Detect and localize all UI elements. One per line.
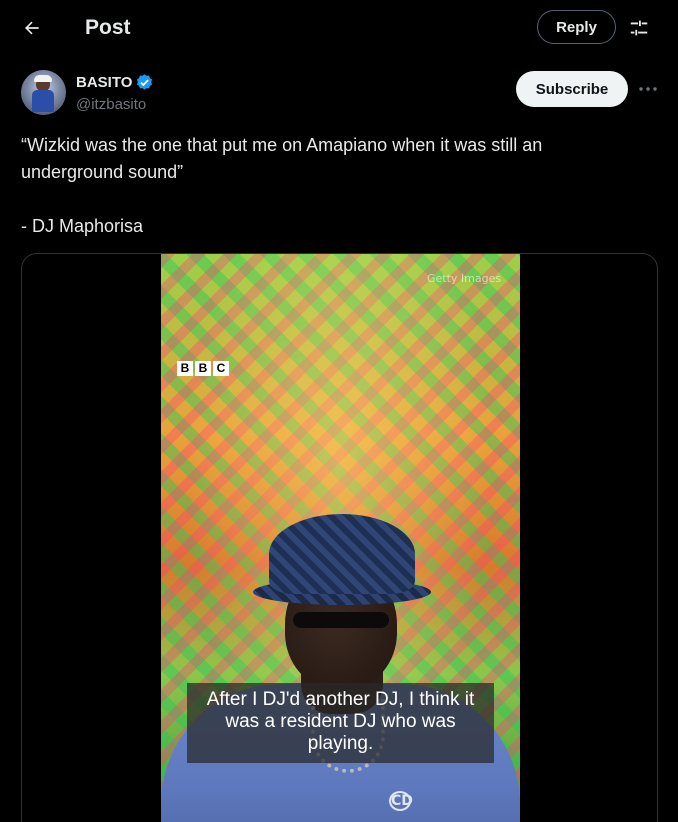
watermark-text: Getty Images [427,272,502,285]
logo-letter: B [195,361,211,376]
author-handle[interactable]: @itzbasito [76,96,146,113]
more-options-button[interactable] [636,77,660,101]
top-bar: Post Reply [0,0,678,57]
sliders-icon [630,20,648,36]
arrow-left-icon [25,21,39,35]
shirt-logo: CD [389,791,413,811]
broadcaster-logo: B B C [177,361,229,376]
logo-letter: C [213,361,229,376]
post-text-line: “Wizkid was the one that put me on Amapi… [21,135,543,155]
back-button[interactable] [14,10,50,46]
verified-badge-icon [137,74,153,90]
post-text-line: underground sound” [21,162,184,182]
logo-letter: B [177,361,193,376]
post-text: “Wizkid was the one that put me on Amapi… [21,132,641,240]
post-page: Post Reply BASITO @itzbasito Subscribe “… [0,0,678,822]
reply-button[interactable]: Reply [537,10,616,44]
post-text-line: - DJ Maphorisa [21,216,144,236]
page-title: Post [85,16,131,39]
video-caption: After I DJ'd another DJ, I think it was … [187,683,494,763]
author-name: BASITO [76,74,133,91]
settings-button[interactable] [624,13,654,43]
more-dots-icon [639,87,657,91]
author-row: BASITO @itzbasito Subscribe [0,60,678,120]
subscribe-button[interactable]: Subscribe [516,71,628,107]
media-card: Getty Images B B C CD After I DJ'd anoth… [21,253,658,822]
author-name-link[interactable]: BASITO [76,73,154,92]
video-player[interactable]: Getty Images B B C CD After I DJ'd anoth… [161,254,520,822]
avatar[interactable] [21,70,66,115]
